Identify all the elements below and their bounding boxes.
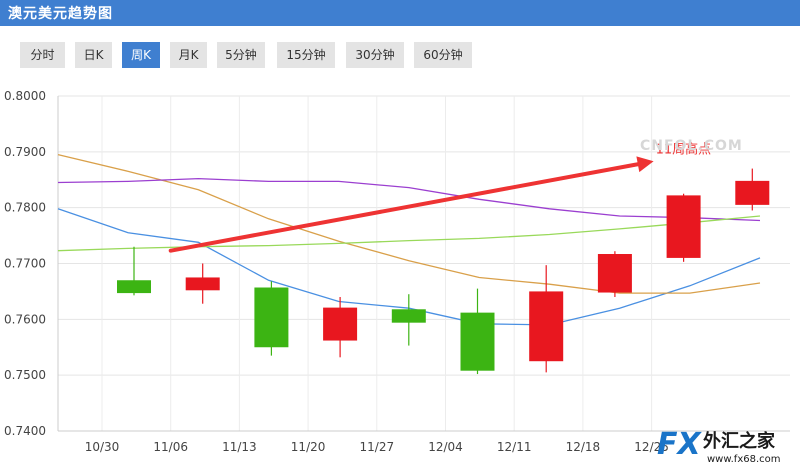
- x-tick-label: 12/04: [428, 440, 463, 454]
- candle-body: [460, 312, 495, 371]
- tab-intraday[interactable]: 分时: [20, 42, 65, 68]
- tab-30min[interactable]: 30分钟: [346, 42, 404, 68]
- fx68-logo: FX 外汇之家 www.fx68.com: [657, 427, 781, 465]
- y-tick-label: 0.7500: [4, 368, 46, 382]
- x-tick-label: 11/06: [153, 440, 188, 454]
- candle-body: [254, 287, 289, 348]
- candle-down: [460, 288, 495, 375]
- tab-5min[interactable]: 5分钟: [217, 42, 265, 68]
- x-tick-label: 10/30: [85, 440, 120, 454]
- tab-daily-k[interactable]: 日K: [75, 42, 112, 68]
- x-tick-label: 11/20: [291, 440, 326, 454]
- candle-up: [529, 265, 564, 373]
- x-tick-label: 11/27: [360, 440, 395, 454]
- candle-body: [597, 254, 632, 293]
- logo-cn-text: 外汇之家: [703, 430, 776, 452]
- tab-monthly-k[interactable]: 月K: [170, 42, 207, 68]
- candle-up: [185, 263, 220, 304]
- tab-15min[interactable]: 15分钟: [277, 42, 335, 68]
- y-tick-label: 0.8000: [4, 89, 46, 103]
- cnfol-watermark: CNFOL.COM: [640, 138, 743, 154]
- candle-body: [391, 309, 426, 323]
- x-tick-label: 12/11: [497, 440, 532, 454]
- candle-down: [254, 281, 289, 356]
- x-tick-label: 12/18: [566, 440, 601, 454]
- candle-body: [666, 195, 701, 258]
- candle-up: [735, 168, 770, 211]
- candle-up: [666, 193, 701, 262]
- chart-title: 澳元美元趋势图: [8, 6, 113, 22]
- candle-body: [117, 280, 151, 294]
- y-tick-label: 0.7900: [4, 145, 46, 159]
- candle-up: [323, 297, 358, 358]
- logo-url-text: www.fx68.com: [707, 454, 781, 465]
- y-tick-label: 0.7600: [4, 312, 46, 326]
- moving-average-line: [57, 153, 761, 294]
- y-tick-label: 0.7700: [4, 257, 46, 271]
- moving-average-line: [57, 215, 761, 252]
- trend-arrow-head: [636, 156, 654, 173]
- y-tick-label: 0.7400: [4, 424, 46, 438]
- chart-header: 澳元美元趋势图: [0, 0, 800, 26]
- candle-body: [185, 277, 220, 291]
- candle-body: [735, 180, 770, 205]
- candle-down: [391, 294, 426, 346]
- y-tick-label: 0.7800: [4, 201, 46, 215]
- tab-weekly-k[interactable]: 周K: [122, 42, 160, 68]
- moving-average-line: [57, 177, 761, 222]
- logo-fx-text: FX: [657, 427, 702, 462]
- x-tick-label: 11/13: [222, 440, 257, 454]
- candle-body: [323, 307, 358, 341]
- tab-60min[interactable]: 60分钟: [414, 42, 472, 68]
- candle-up: [597, 251, 632, 297]
- candle-body: [529, 291, 564, 362]
- candle-down: [117, 246, 151, 296]
